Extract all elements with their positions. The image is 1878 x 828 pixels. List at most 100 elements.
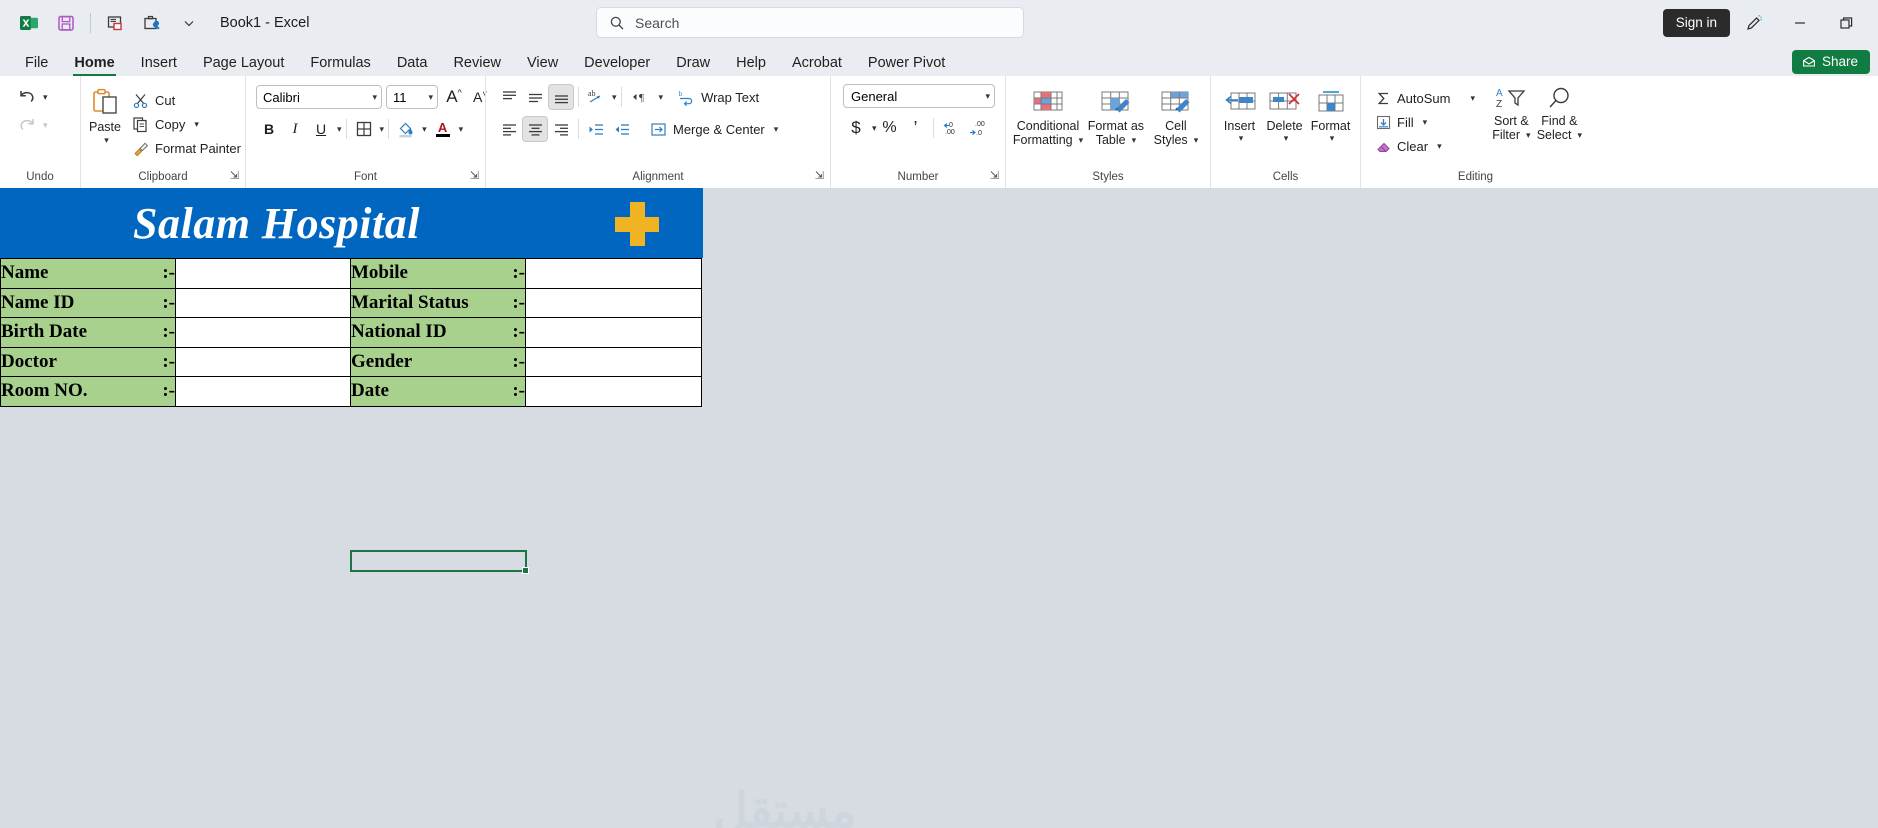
- align-right-button[interactable]: [548, 116, 574, 142]
- search-input[interactable]: Search: [596, 7, 1024, 38]
- autosum-dropdown-icon[interactable]: ▾: [1470, 93, 1475, 104]
- conditional-formatting-button[interactable]: Conditional Formatting ▾: [1012, 87, 1084, 149]
- field-value-name-id[interactable]: [175, 287, 351, 318]
- borders-dropdown-icon[interactable]: ▾: [380, 124, 385, 135]
- field-value-room-no[interactable]: [175, 376, 351, 407]
- field-value-gender[interactable]: [525, 346, 702, 377]
- text-direction-button[interactable]: ¶: [626, 84, 656, 110]
- tab-page-layout[interactable]: Page Layout: [190, 53, 297, 76]
- excel-logo-icon[interactable]: [12, 8, 46, 38]
- middle-align-button[interactable]: [522, 84, 548, 110]
- share-button[interactable]: Share: [1791, 50, 1870, 74]
- tab-insert[interactable]: Insert: [128, 53, 190, 76]
- tab-acrobat[interactable]: Acrobat: [779, 53, 855, 76]
- format-painter-button[interactable]: Format Painter: [127, 136, 246, 160]
- tab-help[interactable]: Help: [723, 53, 779, 76]
- paste-dropdown-icon[interactable]: ▾: [104, 135, 109, 145]
- merge-center-button[interactable]: Merge & Center ▾: [645, 117, 783, 141]
- insert-cells-button[interactable]: Insert ▾: [1217, 87, 1262, 145]
- fill-button[interactable]: Fill ▾: [1371, 110, 1480, 134]
- field-value-doctor[interactable]: [175, 346, 351, 377]
- format-as-table-button[interactable]: Format as Table ▾: [1084, 87, 1148, 149]
- save-icon[interactable]: [49, 8, 83, 38]
- orientation-button[interactable]: ab: [583, 84, 609, 110]
- copy-button[interactable]: Copy ▾: [127, 112, 246, 136]
- orientation-dropdown-icon[interactable]: ▾: [612, 92, 617, 103]
- borders-button[interactable]: [351, 116, 377, 142]
- selected-cell[interactable]: [350, 550, 529, 574]
- autosum-button[interactable]: AutoSum ▾: [1371, 86, 1480, 110]
- minimize-icon[interactable]: [1778, 7, 1822, 39]
- font-name-input[interactable]: Calibri ▾: [256, 85, 382, 109]
- number-format-select[interactable]: General ▾: [843, 84, 995, 108]
- accounting-format-button[interactable]: $: [843, 115, 869, 141]
- delete-cells-dropdown-icon[interactable]: ▾: [1284, 133, 1289, 143]
- underline-button[interactable]: U: [308, 116, 334, 142]
- tab-formulas[interactable]: Formulas: [297, 53, 383, 76]
- alignment-dialog-launcher-icon[interactable]: ⇲: [815, 169, 824, 182]
- table-row[interactable]: Name :- Mobile :-: [0, 258, 702, 289]
- format-cells-button[interactable]: Format ▾: [1307, 87, 1354, 145]
- tab-draw[interactable]: Draw: [663, 53, 723, 76]
- sort-filter-button[interactable]: A Z Sort & Filter ▾: [1488, 84, 1535, 144]
- field-value-mobile[interactable]: [525, 258, 702, 289]
- bottom-align-button[interactable]: [548, 84, 574, 110]
- table-row[interactable]: Room NO. :- Date :-: [0, 376, 702, 407]
- delete-cells-button[interactable]: Delete ▾: [1262, 87, 1307, 145]
- tab-home[interactable]: Home: [61, 53, 127, 76]
- wrap-text-button[interactable]: b Wrap Text: [673, 85, 764, 109]
- top-align-button[interactable]: [496, 84, 522, 110]
- clear-dropdown-icon[interactable]: ▾: [1437, 141, 1442, 152]
- field-value-marital-status[interactable]: [525, 287, 702, 318]
- percent-style-button[interactable]: %: [877, 115, 903, 141]
- copy-dropdown-icon[interactable]: ▾: [194, 119, 199, 130]
- increase-decimal-button[interactable]: 0 .00: [938, 115, 964, 141]
- increase-indent-button[interactable]: [609, 116, 635, 142]
- chevron-down-icon[interactable]: [172, 8, 206, 38]
- undo-button[interactable]: [14, 84, 40, 110]
- tab-developer[interactable]: Developer: [571, 53, 663, 76]
- ink-pen-icon[interactable]: [1732, 7, 1776, 39]
- restore-icon[interactable]: [1824, 7, 1868, 39]
- field-value-national-id[interactable]: [525, 317, 702, 348]
- bold-button[interactable]: B: [256, 116, 282, 142]
- font-size-input[interactable]: 11 ▾: [386, 85, 438, 109]
- table-row[interactable]: Doctor :- Gender :-: [0, 346, 702, 377]
- accounting-dropdown-icon[interactable]: ▾: [872, 123, 877, 134]
- fill-color-button[interactable]: [393, 116, 419, 142]
- cell-styles-button[interactable]: Cell Styles ▾: [1148, 87, 1204, 149]
- center-align-button[interactable]: [522, 116, 548, 142]
- merge-center-dropdown-icon[interactable]: ▾: [774, 124, 779, 135]
- sign-in-button[interactable]: Sign in: [1662, 9, 1730, 37]
- decrease-indent-button[interactable]: [583, 116, 609, 142]
- align-left-button[interactable]: [496, 116, 522, 142]
- font-color-dropdown-icon[interactable]: ▾: [459, 124, 464, 135]
- text-direction-dropdown-icon[interactable]: ▾: [659, 92, 664, 103]
- quick-print-icon[interactable]: [98, 8, 132, 38]
- format-as-table-dropdown-icon[interactable]: ▾: [1132, 135, 1137, 145]
- paste-button[interactable]: Paste ▾: [87, 84, 123, 147]
- fill-dropdown-icon[interactable]: ▾: [1423, 117, 1428, 128]
- font-color-button[interactable]: A: [430, 116, 456, 142]
- redo-button[interactable]: [14, 112, 40, 138]
- tab-power-pivot[interactable]: Power Pivot: [855, 53, 958, 76]
- conditional-formatting-dropdown-icon[interactable]: ▾: [1079, 135, 1084, 145]
- italic-button[interactable]: I: [282, 116, 308, 142]
- underline-dropdown-icon[interactable]: ▾: [337, 124, 342, 135]
- sort-filter-dropdown-icon[interactable]: ▾: [1526, 130, 1531, 140]
- undo-dropdown-icon[interactable]: ▾: [43, 92, 48, 103]
- field-value-date[interactable]: [525, 376, 702, 407]
- font-size-dropdown-icon[interactable]: ▾: [428, 92, 433, 103]
- worksheet-area[interactable]: Salam Hospital Name :- Mobile:- Name ID…: [0, 188, 1878, 828]
- font-dialog-launcher-icon[interactable]: ⇲: [470, 169, 479, 182]
- table-row[interactable]: Birth Date :- National ID :-: [0, 317, 702, 348]
- format-cells-dropdown-icon[interactable]: ▾: [1330, 133, 1335, 143]
- tab-file[interactable]: File: [12, 53, 61, 76]
- find-select-button[interactable]: Find & Select ▾: [1535, 84, 1584, 144]
- cut-button[interactable]: Cut: [127, 88, 246, 112]
- fill-color-dropdown-icon[interactable]: ▾: [422, 124, 427, 135]
- fill-handle[interactable]: [522, 567, 529, 574]
- comma-style-button[interactable]: ’: [903, 115, 929, 141]
- customize-toolbar-icon[interactable]: [135, 8, 169, 38]
- tab-review[interactable]: Review: [440, 53, 514, 76]
